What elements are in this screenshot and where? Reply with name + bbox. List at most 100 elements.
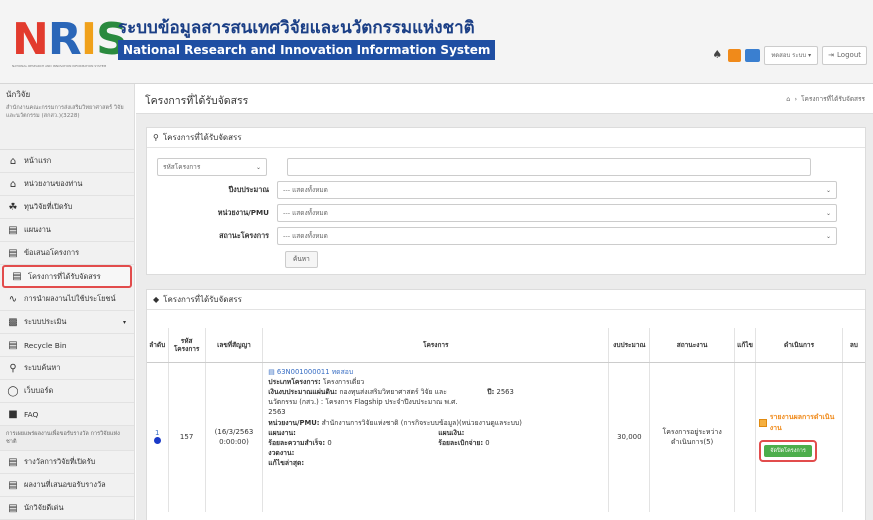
search-panel-title: โครงการที่ได้รับจัดสรร: [162, 133, 242, 142]
tag-icon: ◆: [153, 295, 160, 304]
report-progress-link[interactable]: รายงานผลการดำเนินงาน: [759, 412, 838, 434]
project-type-value: โครงการเดี่ยว: [322, 377, 365, 386]
file-icon: ▤: [12, 271, 22, 282]
status-dot-icon: [153, 436, 161, 444]
system-title-thai: ระบบข้อมูลสารสนเทศวิจัยและนวัตกรรมแห่งชา…: [118, 18, 475, 38]
chevron-down-icon: ⌄: [825, 232, 831, 240]
project-progress-label: ร้อยละความสำเร็จ:: [268, 438, 326, 447]
header-tools: ♠ ทดสอบ ระบบ ▾ ⇥ Logout: [710, 44, 867, 66]
row-action-cell: รายงานผลการดำเนินงาน จัดปิดโครงการ: [755, 362, 843, 512]
sidebar-item-utilization[interactable]: ∿ การนำผลงานไปใช้ประโยชน์: [0, 288, 134, 311]
bell-icon[interactable]: ♠: [710, 48, 724, 62]
nris-logo[interactable]: NRIS NATIONAL RESEARCH AND INNOVATION IN…: [12, 14, 128, 76]
sidebar-item-outstanding-researcher[interactable]: ▤ นักวิจัยดีเด่น: [0, 497, 134, 520]
user-menu-button[interactable]: ทดสอบ ระบบ ▾: [764, 45, 819, 65]
list-icon: ▤: [8, 502, 18, 514]
report-icon: [759, 419, 767, 428]
project-last-edit-label: แก้ไขล่าสุด:: [268, 459, 305, 468]
search-panel: ⚲ โครงการที่ได้รับจัดสรร รหัสโครงการ ⌄ ป…: [146, 127, 866, 275]
logo-subtitle: NATIONAL RESEARCH AND INNOVATION INFORMA…: [12, 64, 107, 68]
agency-select[interactable]: --- แสดงทั้งหมด ⌄: [277, 204, 837, 222]
sidebar-item-faq[interactable]: ■ FAQ: [0, 403, 134, 426]
project-progress-block: ร้อยละความสำเร็จ: 0: [268, 438, 438, 448]
col-code[interactable]: รหัสโครงการ: [168, 328, 206, 363]
home-icon[interactable]: ⌂: [786, 95, 790, 103]
col-status[interactable]: สถานะงาน: [649, 328, 735, 363]
sidebar-item-label: เว็บบอร์ด: [24, 386, 54, 395]
project-task-line: งวดงาน:: [268, 448, 603, 458]
chart-line-icon: ∿: [8, 293, 18, 305]
col-edit[interactable]: แก้ไข: [734, 328, 757, 363]
list-icon: ▤: [8, 456, 18, 468]
alert-badge-icon[interactable]: [728, 48, 742, 62]
funding-icon: ☘: [8, 201, 18, 213]
row-index: 1: [155, 428, 160, 437]
project-last-edit-line: แก้ไขล่าสุด:: [268, 458, 603, 468]
col-project[interactable]: โครงการ: [262, 328, 610, 363]
project-task-label: งวดงาน:: [268, 449, 295, 458]
project-plan-line: แผนงาน: แผนเงิน:: [268, 428, 603, 438]
code-type-select[interactable]: รหัสโครงการ ⌄: [157, 158, 267, 176]
status-select-value: --- แสดงทั้งหมด: [283, 232, 328, 240]
sidebar-item-my-agency[interactable]: ⌂ หน่วยงานของท่าน: [0, 173, 134, 196]
sidebar-user-info: นักวิจัย สำนักงานคณะกรรมการส่งเสริมวิทยา…: [0, 84, 134, 150]
status-label: สถานะโครงการ: [219, 230, 269, 240]
col-action[interactable]: ดำเนินการ: [755, 328, 843, 363]
sidebar-item-label: โครงการที่ได้รับจัดสรร: [28, 271, 101, 281]
avatar[interactable]: [745, 48, 761, 62]
sidebar-item-plans[interactable]: ▤ แผนงาน: [0, 219, 134, 242]
agency-select-value: --- แสดงทั้งหมด: [283, 209, 328, 217]
sidebar-item-evaluation[interactable]: ▩ ระบบประเมิน ▾: [0, 311, 134, 334]
user-role: นักวิจัย: [6, 90, 31, 99]
col-delete[interactable]: ลบ: [842, 328, 865, 363]
sidebar-item-webboard[interactable]: ◯ เว็บบอร์ด: [0, 380, 134, 403]
project-year-label: ปี:: [487, 387, 495, 396]
sidebar-item-funded-projects[interactable]: ▤ โครงการที่ได้รับจัดสรร: [2, 265, 132, 288]
project-plan-label: แผนงาน:: [268, 428, 296, 437]
search-icon: ⚲: [153, 133, 159, 142]
year-label: ปีงบประมาณ: [228, 184, 269, 194]
globe-icon: ◯: [7, 385, 19, 397]
code-search-row: รหัสโครงการ ⌄: [157, 158, 811, 176]
project-table: ลำดับ รหัสโครงการ เลขที่สัญญา โครงการ งบ…: [147, 328, 865, 512]
status-select[interactable]: --- แสดงทั้งหมด ⌄: [277, 227, 837, 245]
project-year-value: 2563: [496, 387, 514, 396]
list-panel-header: ◆ โครงการที่ได้รับจัดสรร: [147, 290, 865, 310]
col-contract[interactable]: เลขที่สัญญา: [205, 328, 264, 363]
sidebar-item-label: หน่วยงานของท่าน: [24, 179, 83, 188]
sidebar-item-search[interactable]: ⚲ ระบบค้นหา: [0, 357, 134, 380]
search-button[interactable]: ค้นหา: [285, 251, 318, 268]
project-sub-label: แผนเงิน:: [438, 428, 465, 437]
panel-spacer: [147, 310, 865, 328]
status-row: สถานะโครงการ --- แสดงทั้งหมด ⌄: [167, 227, 837, 245]
sidebar-item-label: แผนงาน: [24, 225, 51, 234]
sidebar-item-open-awards[interactable]: ▤ รางวัลการวิจัยที่เปิดรับ: [0, 451, 134, 474]
project-plan-block: แผนงาน:: [268, 428, 438, 438]
col-index[interactable]: ลำดับ: [147, 328, 169, 363]
table-row: 1 157 (16/3/2563 0:00:00) ▤ 63N001000011…: [147, 362, 865, 512]
row-edit-cell[interactable]: [734, 362, 757, 512]
breadcrumb: ⌂ › โครงการที่ได้รับจัดสรร: [786, 94, 865, 104]
sidebar-item-home[interactable]: ⌂ หน้าแรก: [0, 150, 134, 173]
sidebar-item-award-submissions[interactable]: ▤ ผลงานที่เสนอขอรับรางวัล: [0, 474, 134, 497]
project-code-input[interactable]: [287, 158, 811, 176]
close-project-button[interactable]: จัดปิดโครงการ: [764, 445, 812, 458]
row-delete-cell[interactable]: [842, 362, 865, 512]
sidebar-item-recycle-bin[interactable]: ▤ Recycle Bin: [0, 334, 134, 357]
breadcrumb-current: โครงการที่ได้รับจัดสรร: [801, 95, 865, 103]
logout-button[interactable]: ⇥ Logout: [822, 45, 867, 65]
year-select[interactable]: --- แสดงทั้งหมด ⌄: [277, 181, 837, 199]
row-code: 157: [168, 362, 206, 512]
project-code-line: ▤ 63N001000011 ทดสอบ: [268, 367, 603, 377]
sidebar-item-label: หน้าแรก: [24, 156, 52, 165]
chevron-down-icon: ⌄: [255, 163, 261, 171]
chevron-down-icon: ▾: [122, 318, 126, 326]
sidebar-item-proposals[interactable]: ▤ ข้อเสนอโครงการ: [0, 242, 134, 265]
sidebar-item-label: ทุนวิจัยที่เปิดรับ: [24, 202, 73, 211]
project-code-link[interactable]: 63N001000011 ทดสอบ: [277, 368, 353, 376]
col-budget[interactable]: งบประมาณ: [608, 328, 651, 363]
row-project-cell: ▤ 63N001000011 ทดสอบ ประเภทโครงการ: โครง…: [262, 362, 610, 512]
project-agency-label: หน่วยงาน/PMU:: [268, 418, 320, 427]
sidebar-item-open-funding[interactable]: ☘ ทุนวิจัยที่เปิดรับ: [0, 196, 134, 219]
project-disburse-label: ร้อยละเบิกจ่าย:: [438, 438, 484, 447]
